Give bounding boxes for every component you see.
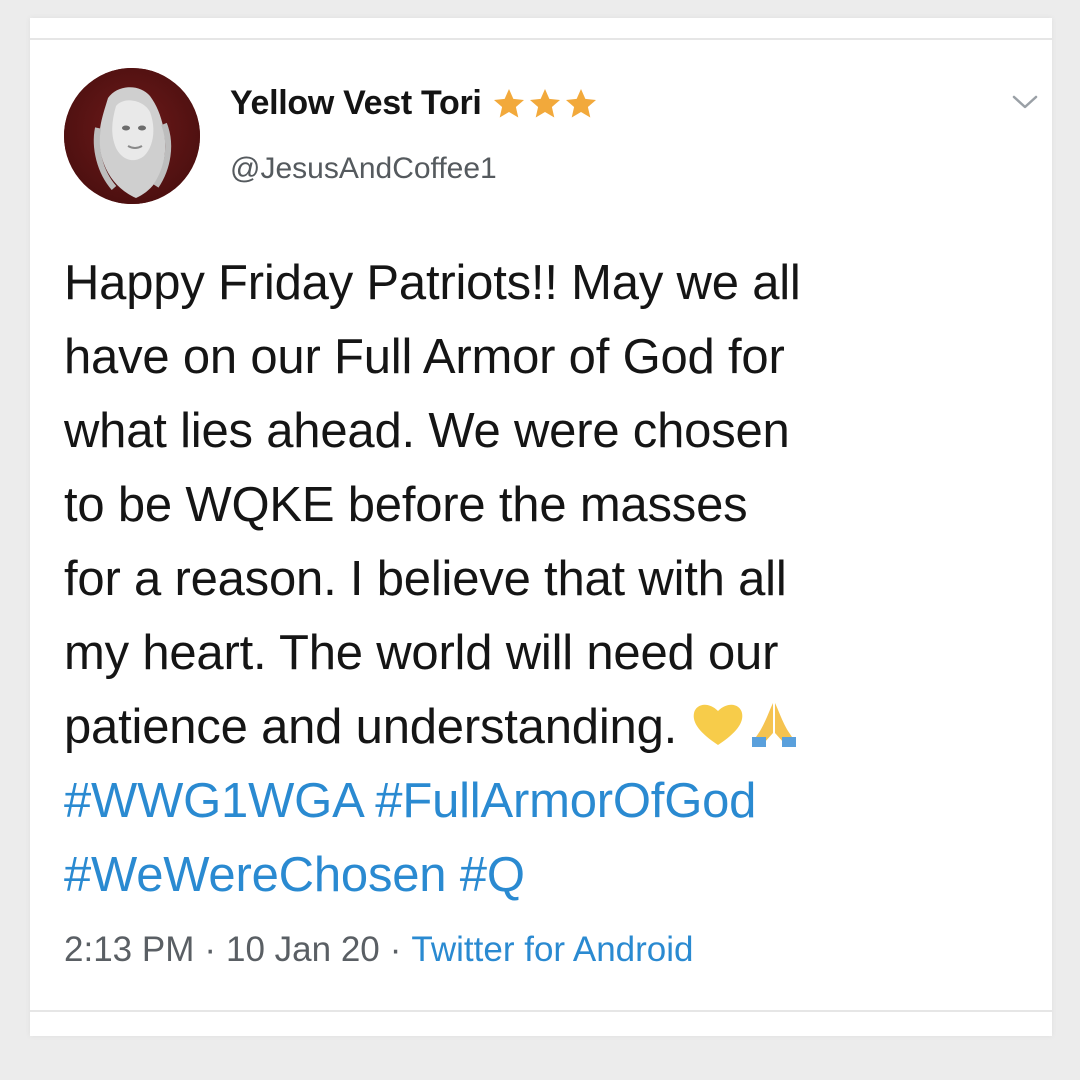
meta-separator: · xyxy=(389,930,402,969)
meta-separator: · xyxy=(204,930,217,969)
yellow-heart-icon xyxy=(694,704,743,745)
tweet-text-line: to be WQKE before the masses xyxy=(64,478,748,532)
top-divider xyxy=(30,38,1052,40)
tweet-text-line: have on our Full Armor of God for xyxy=(64,330,785,384)
hashtag-line: #WeWereChosen #Q xyxy=(64,838,1034,912)
tweet-time[interactable]: 2:13 PM xyxy=(64,930,194,970)
hashtag-link[interactable]: #WWG1WGA xyxy=(64,774,362,828)
tweet-text-line: Happy Friday Patriots!! May we all xyxy=(64,256,801,310)
tweet-meta: 2:13 PM · 10 Jan 20 · Twitter for Androi… xyxy=(64,930,694,970)
hashtag-link[interactable]: #FullArmorOfGod xyxy=(375,774,756,828)
tweet-source-link[interactable]: Twitter for Android xyxy=(411,930,693,970)
tweet-text-line: my heart. The world will need our xyxy=(64,626,779,680)
tweet-text-line: patience and understanding. xyxy=(64,700,678,754)
tweet-text-line: what lies ahead. We were chosen xyxy=(64,404,790,458)
user-handle[interactable]: @JesusAndCoffee1 xyxy=(230,152,497,186)
display-name[interactable]: Yellow Vest Tori xyxy=(230,84,482,123)
avatar[interactable] xyxy=(64,68,200,204)
chevron-down-icon[interactable] xyxy=(1008,90,1042,114)
star-icon xyxy=(565,88,596,117)
badge-stars xyxy=(490,86,598,122)
avatar-image xyxy=(64,68,200,204)
star-icon xyxy=(493,88,524,117)
hashtag-link[interactable]: #Q xyxy=(460,848,525,902)
tweet-text: Happy Friday Patriots!! May we all have … xyxy=(64,246,1034,912)
tweet-card[interactable]: Yellow Vest Tori @JesusAndCoffee1 Happy … xyxy=(30,18,1052,1036)
hashtag-line: #WWG1WGA #FullArmorOfGod xyxy=(64,764,1034,838)
bottom-divider xyxy=(30,1010,1052,1012)
praying-hands-icon xyxy=(752,703,797,747)
tweet-text-line: for a reason. I believe that with all xyxy=(64,552,787,606)
star-icon xyxy=(529,88,560,117)
tweet-text-line-with-emoji: patience and understanding. xyxy=(64,690,1034,764)
hashtag-link[interactable]: #WeWereChosen xyxy=(64,848,447,902)
author-row: Yellow Vest Tori xyxy=(230,84,598,123)
screenshot-frame: Yellow Vest Tori @JesusAndCoffee1 Happy … xyxy=(0,0,1080,1080)
tweet-date[interactable]: 10 Jan 20 xyxy=(226,930,380,970)
